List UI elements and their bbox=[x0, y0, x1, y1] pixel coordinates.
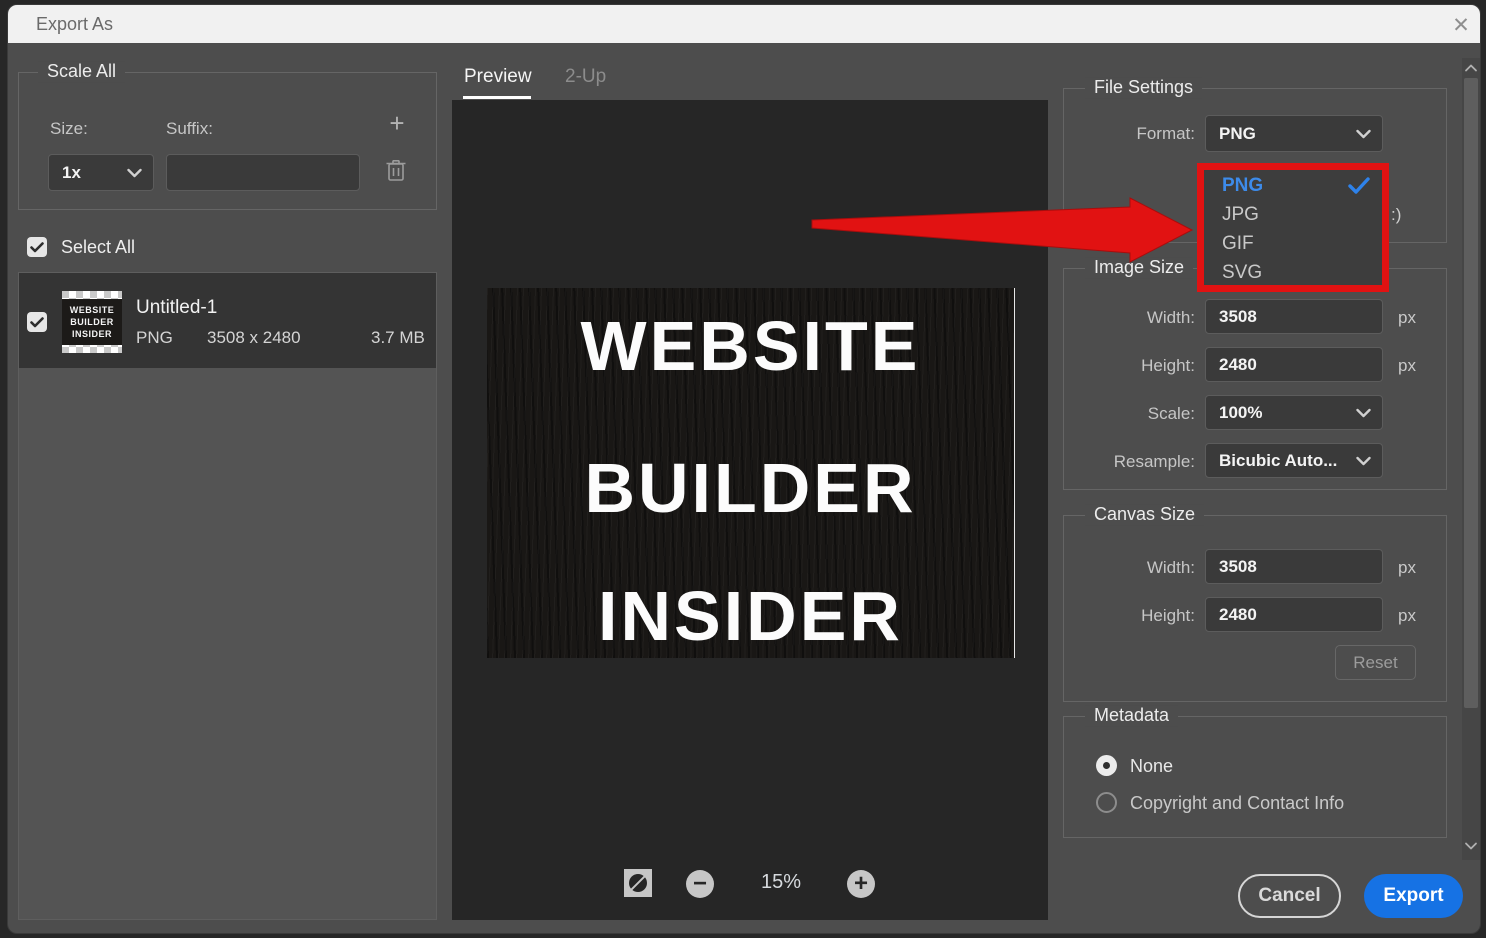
file-dimensions: 3508 x 2480 bbox=[207, 328, 301, 348]
active-tab-underline bbox=[463, 96, 531, 99]
export-button[interactable]: Export bbox=[1364, 874, 1463, 918]
image-width-label: Width: bbox=[1060, 308, 1195, 328]
scale-label: Scale: bbox=[1060, 404, 1195, 424]
metadata-none-label: None bbox=[1130, 756, 1173, 777]
scale-all-legend: Scale All bbox=[38, 61, 125, 82]
zoom-out-button[interactable]: − bbox=[686, 870, 714, 898]
scroll-down-icon[interactable] bbox=[1464, 841, 1478, 851]
canvas-width-input[interactable] bbox=[1205, 549, 1383, 584]
chevron-down-icon bbox=[127, 168, 142, 177]
canvas-size-legend: Canvas Size bbox=[1085, 504, 1204, 525]
canvas-height-input[interactable] bbox=[1205, 597, 1383, 632]
scale-select[interactable]: 100% bbox=[1205, 395, 1383, 430]
format-option-svg[interactable]: SVG bbox=[1222, 258, 1362, 287]
chevron-down-icon bbox=[1356, 408, 1371, 417]
check-icon bbox=[30, 317, 44, 328]
metadata-section bbox=[1063, 716, 1447, 838]
trash-icon[interactable] bbox=[385, 158, 409, 184]
file-size: 3.7 MB bbox=[371, 328, 425, 348]
format-option-gif[interactable]: GIF bbox=[1222, 229, 1362, 258]
file-thumbnail: WEBSITE BUILDER INSIDER bbox=[62, 291, 122, 353]
format-option-jpg[interactable]: JPG bbox=[1222, 200, 1362, 229]
chevron-down-icon bbox=[1356, 129, 1371, 138]
resample-label: Resample: bbox=[1060, 452, 1195, 472]
export-file-list bbox=[18, 272, 437, 920]
add-scale-button[interactable]: + bbox=[384, 110, 410, 136]
dialog-titlebar: Export As ✕ bbox=[8, 5, 1480, 43]
canvas-height-unit: px bbox=[1398, 606, 1416, 626]
size-select[interactable]: 1x bbox=[48, 154, 154, 191]
check-icon bbox=[30, 242, 44, 253]
scroll-up-icon[interactable] bbox=[1464, 63, 1478, 73]
file-checkbox[interactable] bbox=[27, 312, 47, 332]
file-thumbnail-image: WEBSITE BUILDER INSIDER bbox=[62, 299, 122, 345]
canvas-width-unit: px bbox=[1398, 558, 1416, 578]
export-as-screen: Export As ✕ Scale All Size: Suffix: + 1x… bbox=[0, 0, 1486, 938]
zoom-in-button[interactable]: + bbox=[847, 870, 875, 898]
selected-check-icon bbox=[1348, 177, 1370, 194]
preview-image: WEBSITE BUILDER INSIDER bbox=[487, 288, 1015, 658]
file-name: Untitled-1 bbox=[136, 297, 217, 319]
select-all-checkbox[interactable] bbox=[27, 237, 47, 257]
format-select[interactable]: PNG bbox=[1205, 115, 1383, 152]
metadata-legend: Metadata bbox=[1085, 705, 1178, 726]
canvas-height-label: Height: bbox=[1060, 606, 1195, 626]
fit-to-view-icon[interactable] bbox=[624, 869, 652, 897]
annotation-arrow bbox=[800, 190, 1200, 270]
suffix-label: Suffix: bbox=[166, 119, 213, 139]
format-dropdown-menu: PNG JPG GIF SVG bbox=[1197, 163, 1389, 292]
resample-select[interactable]: Bicubic Auto... bbox=[1205, 443, 1383, 478]
scrollbar-thumb[interactable] bbox=[1464, 78, 1478, 708]
image-height-unit: px bbox=[1398, 356, 1416, 376]
file-settings-legend: File Settings bbox=[1085, 77, 1202, 98]
canvas-width-label: Width: bbox=[1060, 558, 1195, 578]
metadata-none-radio[interactable] bbox=[1096, 755, 1117, 776]
dialog-title: Export As bbox=[36, 5, 113, 43]
image-height-input[interactable] bbox=[1205, 347, 1383, 382]
tab-2up[interactable]: 2-Up bbox=[565, 66, 606, 88]
size-label: Size: bbox=[50, 119, 88, 139]
tab-preview[interactable]: Preview bbox=[464, 66, 532, 88]
format-option-png[interactable]: PNG bbox=[1222, 171, 1362, 200]
image-height-label: Height: bbox=[1060, 356, 1195, 376]
image-width-input[interactable] bbox=[1205, 299, 1383, 334]
chevron-down-icon bbox=[1356, 456, 1371, 465]
select-all-label: Select All bbox=[61, 237, 135, 258]
format-label: Format: bbox=[1060, 124, 1195, 144]
clipped-setting-text: :) bbox=[1391, 205, 1401, 225]
metadata-copyright-label: Copyright and Contact Info bbox=[1130, 793, 1344, 814]
reset-button[interactable]: Reset bbox=[1335, 645, 1416, 680]
image-width-unit: px bbox=[1398, 308, 1416, 328]
close-icon[interactable]: ✕ bbox=[1446, 13, 1476, 39]
file-format: PNG bbox=[136, 328, 173, 348]
suffix-input[interactable] bbox=[166, 154, 360, 191]
metadata-copyright-radio[interactable] bbox=[1096, 792, 1117, 813]
cancel-button[interactable]: Cancel bbox=[1238, 874, 1341, 918]
zoom-level: 15% bbox=[752, 871, 810, 894]
